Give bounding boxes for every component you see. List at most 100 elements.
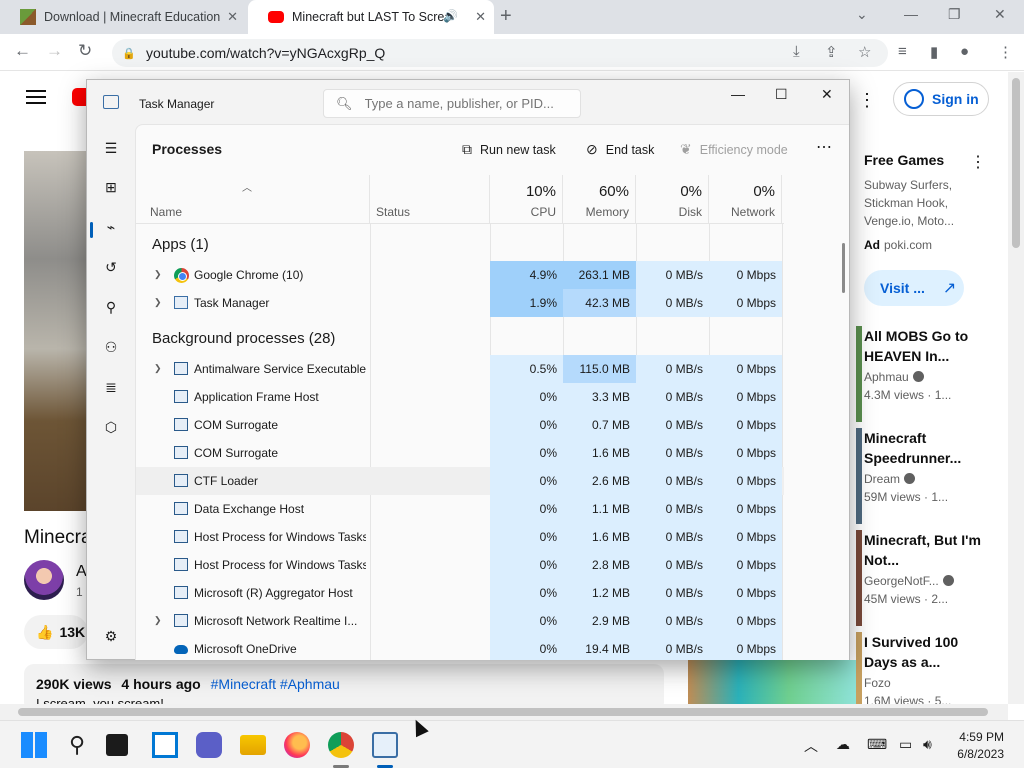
process-row[interactable]: Data Exchange Host 0% 1.1 MB 0 MB/s 0 Mb… xyxy=(136,495,784,523)
details-icon[interactable]: ≣ xyxy=(101,377,121,397)
show-hidden-icons-chevron[interactable]: ︿ xyxy=(804,736,818,756)
column-name[interactable]: Name xyxy=(136,175,370,223)
close-icon[interactable]: ✕ xyxy=(821,86,833,103)
task-manager-taskbar-icon[interactable] xyxy=(372,732,398,758)
widgets-icon[interactable] xyxy=(152,732,178,758)
process-row[interactable]: COM Surrogate 0% 0.7 MB 0 MB/s 0 Mbps xyxy=(136,411,784,439)
expand-chevron-icon[interactable]: ❯ xyxy=(154,615,162,626)
network-icon[interactable]: ▭ xyxy=(899,736,912,753)
like-button[interactable]: 👍 13K xyxy=(24,615,88,649)
page-horizontal-scrollbar[interactable] xyxy=(0,704,1008,720)
scrollbar-thumb[interactable] xyxy=(1012,78,1020,248)
address-bar[interactable]: 🔒 youtube.com/watch?v=yNGAcxgRp_Q xyxy=(112,39,888,67)
end-task-button[interactable]: ⊘ End task xyxy=(586,141,654,158)
video-thumbnail[interactable] xyxy=(856,530,862,626)
start-windows-icon[interactable] xyxy=(21,732,47,758)
ad-visit-button[interactable]: Visit ... ↗ xyxy=(864,270,964,306)
browser-tab[interactable]: Download | Minecraft Education ✕ xyxy=(0,0,246,34)
services-icon[interactable]: ⬡ xyxy=(101,417,121,437)
process-search-box[interactable]: 🔍︎ xyxy=(323,89,581,118)
video-thumbnail[interactable] xyxy=(688,660,856,704)
efficiency-mode-button[interactable]: ❦ Efficiency mode xyxy=(680,141,788,158)
recommended-video[interactable]: Minecraft Speedrunner... Dream 59M views… xyxy=(856,428,992,524)
ad-title[interactable]: Free Games xyxy=(864,152,944,168)
video-thumbnail[interactable] xyxy=(856,326,862,422)
teams-chat-icon[interactable] xyxy=(196,732,222,758)
recommended-video[interactable]: Minecraft, But I'm Not... GeorgeNotF... … xyxy=(856,530,992,626)
minimize-icon[interactable]: — xyxy=(731,86,745,102)
column-memory[interactable]: 60% Memory xyxy=(563,175,636,223)
process-row[interactable]: COM Surrogate 0% 1.6 MB 0 MB/s 0 Mbps xyxy=(136,439,784,467)
column-network[interactable]: 0% Network xyxy=(709,175,782,223)
chrome-icon[interactable] xyxy=(328,732,354,758)
profile-icon[interactable]: ● xyxy=(960,43,969,60)
side-panel-icon[interactable]: ▮ xyxy=(930,43,938,61)
new-tab-icon[interactable]: + xyxy=(500,5,512,28)
title-bar[interactable]: Task Manager 🔍︎ — ☐ ✕ xyxy=(87,80,849,124)
processes-icon[interactable]: ⊞ xyxy=(101,177,121,197)
keyboard-icon[interactable]: ⌨ xyxy=(867,736,887,753)
forward-icon[interactable]: → xyxy=(46,41,63,61)
ad-menu-icon[interactable]: ⋮ xyxy=(970,152,986,172)
startup-apps-icon[interactable]: ⚲ xyxy=(101,297,121,317)
volume-icon[interactable]: 🔊︎ xyxy=(923,736,932,753)
performance-icon[interactable]: ⌁ xyxy=(101,217,121,237)
expand-chevron-icon[interactable]: ❯ xyxy=(154,363,162,374)
media-control-icon[interactable]: ≡ xyxy=(898,43,907,60)
process-row[interactable]: Application Frame Host 0% 3.3 MB 0 MB/s … xyxy=(136,383,784,411)
maximize-icon[interactable]: ☐ xyxy=(775,86,788,103)
browser-tab-active[interactable]: Minecraft but LAST To Scream 🔊 ✕ xyxy=(248,0,494,34)
cloud-offline-icon[interactable]: ☁ xyxy=(836,736,850,753)
process-row[interactable]: Host Process for Windows Tasks 0% 2.8 MB… xyxy=(136,551,784,579)
scrollbar-thumb[interactable] xyxy=(18,708,988,716)
process-row[interactable]: ❯ Microsoft Network Realtime I... 0% 2.9… xyxy=(136,607,784,635)
hamburger-menu-icon[interactable]: ☰ xyxy=(101,138,121,158)
run-new-task-button[interactable]: ⧉ Run new task xyxy=(462,141,556,158)
process-row[interactable]: ❯ Google Chrome (10) 4.9% 263.1 MB 0 MB/… xyxy=(136,261,784,289)
install-icon[interactable]: ⤓ xyxy=(793,43,800,60)
process-search-input[interactable] xyxy=(364,96,580,111)
back-icon[interactable]: ← xyxy=(14,41,31,61)
process-row[interactable]: ❯ Antimalware Service Executable 0.5% 11… xyxy=(136,355,784,383)
video-thumbnail[interactable] xyxy=(856,428,862,524)
column-status[interactable]: Status xyxy=(370,175,490,223)
process-row[interactable]: CTF Loader 0% 2.6 MB 0 MB/s 0 Mbps xyxy=(136,467,784,495)
more-options-icon[interactable]: ⋯ xyxy=(816,137,832,157)
app-history-icon[interactable]: ↺ xyxy=(101,257,121,277)
restore-icon[interactable]: ❐ xyxy=(948,6,961,23)
minimize-icon[interactable]: — xyxy=(904,6,918,22)
table-scrollbar-thumb[interactable] xyxy=(842,243,845,293)
settings-gear-icon[interactable]: ⚙ xyxy=(101,626,121,646)
speaker-icon[interactable]: 🔊 xyxy=(443,9,458,23)
file-explorer-icon[interactable] xyxy=(240,735,266,755)
task-view-icon[interactable] xyxy=(106,734,128,756)
close-tab-icon[interactable]: ✕ xyxy=(475,9,486,25)
search-icon[interactable]: ⚲ xyxy=(64,732,90,758)
hashtags[interactable]: #Minecraft #Aphmau xyxy=(211,676,340,692)
video-thumbnail[interactable] xyxy=(856,632,862,704)
clock[interactable]: 4:59 PM 6/8/2023 xyxy=(952,729,1004,763)
youtube-menu-icon[interactable] xyxy=(26,90,46,104)
process-row[interactable]: Host Process for Windows Tasks 0% 1.6 MB… xyxy=(136,523,784,551)
close-tab-icon[interactable]: ✕ xyxy=(227,9,238,25)
process-row[interactable]: Microsoft OneDrive 0% 19.4 MB 0 MB/s 0 M… xyxy=(136,635,784,660)
expand-chevron-icon[interactable]: ❯ xyxy=(154,269,162,280)
firefox-icon[interactable] xyxy=(284,732,310,758)
close-window-icon[interactable]: ✕ xyxy=(994,6,1006,23)
column-cpu[interactable]: 10% CPU xyxy=(490,175,563,223)
share-icon[interactable]: ⇪ xyxy=(825,43,838,61)
column-disk[interactable]: 0% Disk xyxy=(636,175,709,223)
video-player[interactable] xyxy=(24,151,86,511)
recommended-video[interactable]: All MOBS Go to HEAVEN In... Aphmau 4.3M … xyxy=(856,326,992,422)
channel-avatar[interactable] xyxy=(24,560,64,600)
users-icon[interactable]: ⚇ xyxy=(101,337,121,357)
process-row[interactable]: ❯ Task Manager 1.9% 42.3 MB 0 MB/s 0 Mbp… xyxy=(136,289,784,317)
recommended-video[interactable]: I Survived 100 Days as a... Fozo 1.6M vi… xyxy=(856,632,992,704)
browser-menu-icon[interactable]: ⋮ xyxy=(998,43,1013,61)
process-row[interactable]: Microsoft (R) Aggregator Host 0% 1.2 MB … xyxy=(136,579,784,607)
settings-kebab-icon[interactable]: ⋮ xyxy=(858,90,876,111)
sign-in-button[interactable]: Sign in xyxy=(893,82,989,116)
page-vertical-scrollbar[interactable] xyxy=(1008,72,1024,704)
reload-icon[interactable]: ↻ xyxy=(78,41,92,61)
bookmark-star-icon[interactable]: ☆ xyxy=(858,43,871,61)
